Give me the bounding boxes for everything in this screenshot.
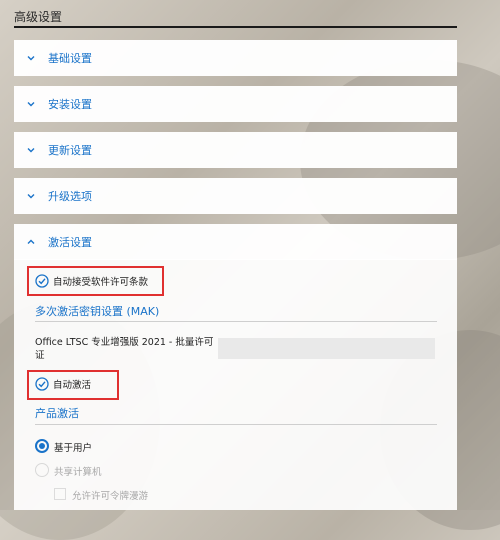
section-label: 安装设置 [48, 98, 92, 111]
radio-user-based[interactable] [35, 439, 49, 453]
chevron-down-icon [24, 143, 38, 157]
allow-roaming-label: 允许许可令牌漫游 [72, 491, 149, 502]
radio-shared-computer[interactable] [35, 463, 49, 477]
section-label: 升级选项 [48, 190, 92, 203]
divider [35, 424, 437, 425]
radio-dot [39, 443, 45, 449]
chevron-up-icon [24, 235, 38, 249]
divider [35, 321, 437, 322]
section-upgrade-options[interactable]: 升级选项 [14, 178, 457, 214]
section-basic-settings[interactable]: 基础设置 [14, 40, 457, 76]
chevron-down-icon [24, 97, 38, 111]
mak-heading: 多次激活密钥设置 (MAK) [35, 305, 160, 318]
section-label: 基础设置 [48, 52, 92, 65]
section-label: 激活设置 [48, 236, 92, 249]
section-install-settings[interactable]: 安装设置 [14, 86, 457, 122]
product-activation-heading: 产品激活 [35, 407, 79, 420]
radio-shared-label: 共享计算机 [54, 467, 102, 478]
radio-user-label: 基于用户 [54, 443, 93, 454]
section-activation-settings[interactable]: 激活设置 [14, 224, 457, 260]
title-underline [14, 26, 457, 28]
section-update-settings[interactable]: 更新设置 [14, 132, 457, 168]
allow-roaming-checkbox[interactable] [54, 488, 66, 500]
section-label: 更新设置 [48, 144, 92, 157]
office-product-label: Office LTSC 专业增强版 2021 - 批量许可证 [35, 337, 214, 361]
chevron-down-icon [24, 51, 38, 65]
page-title: 高级设置 [14, 10, 63, 24]
mak-key-input[interactable] [218, 338, 435, 359]
highlight-box [27, 370, 119, 400]
highlight-box [27, 266, 164, 296]
chevron-down-icon [24, 189, 38, 203]
